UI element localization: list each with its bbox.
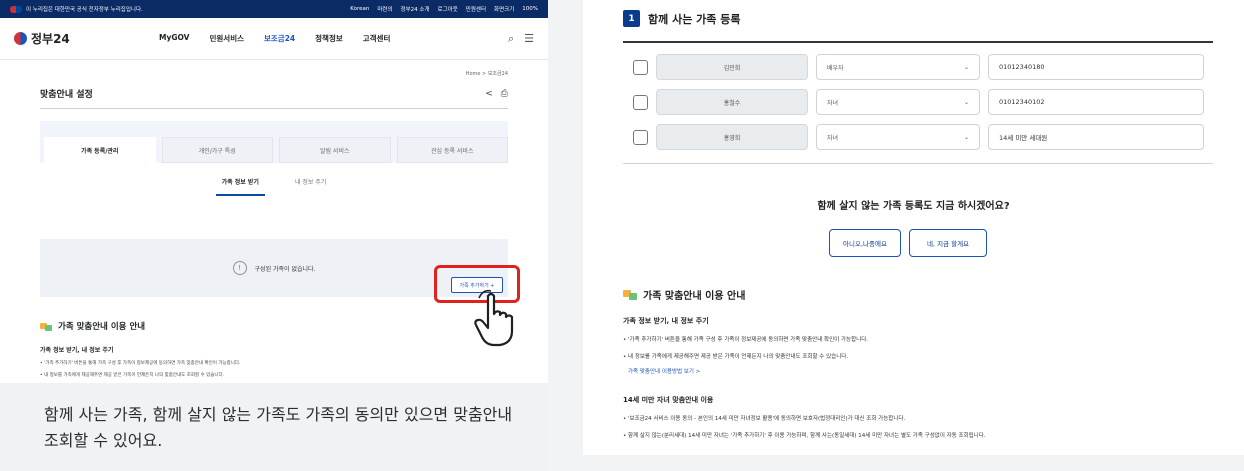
- guide-section-left: 가족 맞춤안내 이용 안내 가족 정보 받기, 내 정보 주기 • '가족 추가…: [40, 320, 240, 378]
- flag-icon: [10, 5, 22, 13]
- page-title: 맞춤안내 설정: [40, 90, 93, 100]
- phone-field[interactable]: 14세 미만 세대원: [988, 124, 1204, 150]
- tab-alert[interactable]: 알림 서비스: [279, 137, 391, 163]
- subtab-give[interactable]: 내 정보 주기: [289, 177, 332, 196]
- guide-title: 가족 맞춤안내 이용 안내: [643, 291, 746, 302]
- banner-link[interactable]: 마련의: [377, 5, 392, 13]
- guide-line: • 내 정보를 가족에게 제공해주면 제공 받은 가족이 언제든지 나의 맞춤안…: [623, 354, 849, 360]
- guide-subtitle: 가족 정보 받기, 내 정보 주기: [623, 317, 709, 325]
- row-checkbox[interactable]: [633, 129, 648, 145]
- family-guide-icon: [623, 290, 637, 300]
- menu-policy[interactable]: 정책정보: [315, 33, 343, 44]
- chevron-down-icon: ⌄: [963, 133, 969, 141]
- main-menu: MyGOV 민원서비스 보조금24 정책정보 고객센터: [159, 33, 390, 44]
- logo-text: 정부24: [31, 32, 70, 46]
- banner-link[interactable]: 민원센터: [466, 5, 486, 13]
- exclamation-icon: !: [232, 261, 247, 275]
- caption-text: 함께 사는 가족, 함께 살지 않는 가족도 가족의 동의만 있으면 맞춤안내 …: [44, 405, 513, 450]
- family-row: 김민희 배우자 ⌄ 01012340180: [623, 54, 1213, 80]
- guide-section-right: 가족 맞춤안내 이용 안내 가족 정보 받기, 내 정보 주기 • '가족 추가…: [623, 287, 1223, 439]
- guide-title: 가족 맞춤안내 이용 안내: [58, 322, 146, 332]
- banner-link[interactable]: 로그아웃: [438, 5, 458, 13]
- name-field: 홍영희: [656, 124, 808, 150]
- relation-value: 배우자: [827, 64, 844, 72]
- question-text: 함께 살지 않는 가족 등록도 지금 하시겠어요?: [817, 201, 1010, 212]
- later-button[interactable]: 아니오,나중에요: [829, 229, 901, 257]
- empty-message: 구성된 가족이 없습니다.: [254, 265, 316, 273]
- menu-support[interactable]: 고객센터: [363, 33, 391, 44]
- guide-line: • '보조금24 서비스 이용 동의 - 본인의 14세 미만 자녀정보 활용'…: [623, 416, 906, 422]
- print-icon[interactable]: ⎙: [501, 89, 508, 99]
- name-field: 홍철수: [656, 89, 808, 115]
- logo[interactable]: 정부24: [14, 30, 159, 47]
- breadcrumb: Home > 보조금24: [465, 71, 508, 77]
- right-panel: 1 함께 사는 가족 등록 김민희 배우자 ⌄ 01012340180 홍철수 자…: [583, 0, 1244, 455]
- language-select[interactable]: Korean: [350, 6, 369, 12]
- menu-subsidy[interactable]: 보조금24: [264, 33, 295, 44]
- guide-link[interactable]: 가족 맞춤안내 이용방법 보기 >: [628, 367, 1223, 375]
- step-number: 1: [623, 10, 640, 27]
- subtab-receive[interactable]: 가족 정보 받기: [215, 177, 265, 196]
- hamburger-icon[interactable]: ☰: [524, 32, 534, 46]
- share-icon[interactable]: <: [485, 89, 493, 99]
- step-title: 함께 사는 가족 등록: [648, 12, 741, 26]
- now-button[interactable]: 네, 지금 할게요: [909, 229, 987, 257]
- chevron-down-icon: ⌄: [963, 63, 969, 71]
- guide-line: • '가족 추가하기' 버튼을 통해 가족 구성 후 가족이 정보제공에 동의하…: [623, 337, 869, 343]
- relation-select[interactable]: 자녀 ⌄: [816, 89, 980, 115]
- gov-notice: 이 누리집은 대한민국 공식 전자정부 누리집입니다.: [26, 7, 143, 13]
- family-row: 홍철수 자녀 ⌄ 01012340102: [623, 89, 1213, 115]
- zoom-level[interactable]: 100%: [522, 6, 538, 12]
- search-icon[interactable]: ⌕: [508, 32, 514, 46]
- divider: [623, 41, 1213, 43]
- gov24-screenshot: 이 누리집은 대한민국 공식 전자정부 누리집입니다. Korean 마련의 정…: [0, 0, 548, 383]
- top-nav: 정부24 MyGOV 민원서비스 보조금24 정책정보 고객센터 ⌕ ☰: [0, 18, 548, 60]
- taegeuk-icon: [14, 32, 27, 45]
- family-guide-icon: [40, 322, 52, 331]
- menu-mygov[interactable]: MyGOV: [159, 33, 190, 44]
- guide-line: • 함께 살지 않는(분리세대) 14세 미만 자녀는 '가족 추가하기' 후 …: [623, 433, 986, 439]
- guide-line: • '가족 추가하기' 버튼을 통해 가족 구성 후 가족이 정보제공에 동의하…: [40, 361, 241, 366]
- row-checkbox[interactable]: [633, 94, 648, 110]
- banner-link[interactable]: 화면크기: [494, 5, 514, 13]
- gov-banner: 이 누리집은 대한민국 공식 전자정부 누리집입니다. Korean 마련의 정…: [0, 0, 548, 18]
- relation-select[interactable]: 배우자 ⌄: [816, 54, 980, 80]
- tab-family[interactable]: 가족 등록/관리: [44, 137, 156, 163]
- relation-select[interactable]: 자녀 ⌄: [816, 124, 980, 150]
- family-rows: 김민희 배우자 ⌄ 01012340180 홍철수 자녀 ⌄ 01012340102…: [623, 54, 1213, 159]
- family-row: 홍영희 자녀 ⌄ 14세 미만 세대원: [623, 124, 1213, 150]
- row-checkbox[interactable]: [633, 59, 648, 75]
- banner-link[interactable]: 정부24 소개: [401, 5, 430, 13]
- menu-civil[interactable]: 민원서비스: [210, 33, 245, 44]
- phone-field[interactable]: 01012340102: [988, 89, 1204, 115]
- divider: [623, 163, 1213, 164]
- guide-subtitle: 가족 정보 받기, 내 정보 주기: [40, 347, 114, 354]
- relation-value: 자녀: [827, 99, 839, 107]
- relation-value: 자녀: [827, 134, 839, 142]
- guide-line: • 내 정보를 가족에게 제공해주면 제공 받은 가족이 언제든지 나의 맞춤안…: [40, 373, 225, 378]
- pointer-hand-icon: [474, 289, 514, 347]
- tab-personal[interactable]: 개인/가구 특성: [161, 137, 273, 163]
- phone-field[interactable]: 01012340180: [988, 54, 1204, 80]
- tab-interest[interactable]: 관심 등록 서비스: [396, 137, 508, 163]
- guide-subtitle-2: 14세 미만 자녀 맞춤안내 이용: [623, 396, 714, 404]
- chevron-down-icon: ⌄: [963, 98, 969, 106]
- left-panel: 이 누리집은 대한민국 공식 전자정부 누리집입니다. Korean 마련의 정…: [0, 0, 548, 471]
- tab-panel: 가족 등록/관리 개인/가구 특성 알림 서비스 관심 등록 서비스 가족 정보…: [40, 121, 508, 239]
- name-field: 김민희: [656, 54, 808, 80]
